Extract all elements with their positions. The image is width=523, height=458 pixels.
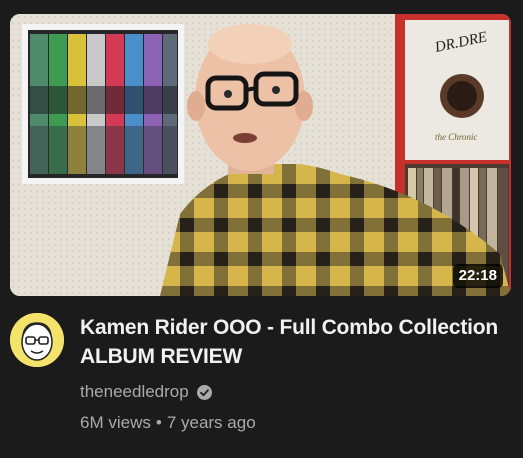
channel-avatar[interactable]	[10, 313, 64, 367]
video-card[interactable]: DR.DRE the Chronic 22:18 Kamen Rider OOO…	[0, 0, 523, 458]
video-metadata: 6M views • 7 years ago	[80, 412, 500, 434]
avatar-face-icon	[10, 313, 64, 367]
poster	[22, 24, 184, 184]
meta-separator: •	[155, 413, 162, 432]
view-count: 6M views	[80, 413, 151, 432]
video-details: Kamen Rider OOO - Full Combo Collection …	[80, 313, 500, 434]
upload-age: 7 years ago	[166, 413, 256, 432]
verified-check-icon	[196, 384, 213, 401]
video-thumbnail[interactable]: DR.DRE the Chronic 22:18	[10, 14, 511, 296]
video-title[interactable]: Kamen Rider OOO - Full Combo Collection …	[80, 313, 500, 371]
channel-name[interactable]: theneedledrop	[80, 381, 189, 403]
channel-row: theneedledrop	[80, 381, 500, 403]
thumbnail-image: DR.DRE the Chronic	[10, 14, 511, 296]
svg-text:the Chronic: the Chronic	[435, 132, 477, 142]
video-duration-badge: 22:18	[452, 264, 503, 288]
